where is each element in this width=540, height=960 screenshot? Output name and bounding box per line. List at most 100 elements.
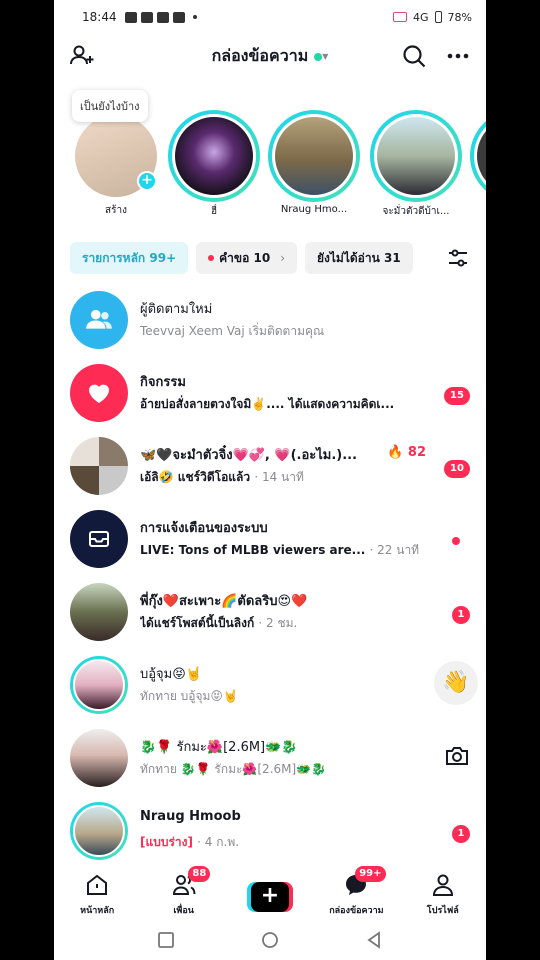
conversation-activity[interactable]: กิจกรรม อ้ายบ่อสั่งลายตวงใจมิ✌️.... ได้แ… — [54, 359, 486, 432]
conversation-item[interactable]: Nraug Hmoob [แบบร่าง] · 4 ก.พ. 1 — [54, 797, 486, 870]
phone-screen: 18:44 4G 78% กล่องข้อความ ▼ + สร้าง เป็น… — [54, 0, 486, 960]
profile-icon — [432, 874, 453, 896]
inbox-tray-icon — [70, 510, 128, 568]
user-avatar — [70, 729, 128, 787]
story-label: จะมั่วตัวดีบ้าเ... — [382, 206, 450, 217]
conversation-preview: อ้ายบ่อสั่งลายตวงใจมิ✌️.... ได้แสดงความค… — [140, 397, 395, 411]
nav-friends[interactable]: เพื่อน 88 — [140, 864, 226, 920]
timestamp: · 22 นาที — [369, 543, 420, 557]
conversation-new-followers[interactable]: ผู้ติดตามใหม่ Teevvaj Xeem Vaj เริ่มติดต… — [54, 286, 486, 359]
conversation-item[interactable]: บอู้จุม😝🤘 ทักทาย บอู้จุม😝🤘 👋 — [54, 651, 486, 724]
preview-text: ได้แชร์โพสต์นี้เป็นลิงก์ — [140, 616, 255, 630]
notification-icons — [124, 11, 197, 23]
stories-row: + สร้าง เป็นยังไงบ้าง ฮื่ Nraug Hmo... จ… — [54, 90, 486, 230]
tab-requests-label: คำขอ 10 — [219, 250, 271, 265]
story-avatar — [474, 114, 486, 198]
page-title: กล่องข้อความ — [211, 46, 309, 65]
conversation-preview: ทักทาย บอู้จุม😝🤘 — [140, 689, 238, 703]
nav-friends-label: เพื่อน — [173, 906, 194, 916]
conversation-preview: ทักทาย 🐉🌹 รักมะ🌺[2.6M]🐲🐉 — [140, 762, 327, 776]
camera-icon[interactable] — [444, 744, 470, 768]
inbox-header: กล่องข้อความ ▼ — [54, 34, 486, 78]
conversation-preview: ได้แชร์โพสต์นี้เป็นลิงก์ · 2 ชม. — [140, 614, 426, 633]
nav-profile-label: โปรไฟล์ — [426, 906, 459, 916]
unread-count-badge: 15 — [444, 387, 470, 405]
unread-count-badge: 1 — [452, 606, 470, 624]
story-avatar — [272, 114, 356, 198]
friends-badge: 88 — [188, 866, 211, 882]
nav-inbox[interactable]: กล่องข้อความ 99+ — [313, 864, 399, 920]
tab-unread[interactable]: ยังไม่ได้อ่าน 31 — [305, 242, 413, 274]
status-bubble[interactable]: เป็นยังไงบ้าง — [72, 90, 148, 122]
conversation-preview: [แบบร่าง] · 4 ก.พ. — [140, 833, 426, 852]
more-options-icon[interactable] — [444, 42, 472, 70]
nav-home[interactable]: หน้าหลัก — [54, 864, 140, 920]
tab-main[interactable]: รายการหลัก 99+ — [70, 242, 189, 274]
story-item-partial[interactable] — [470, 110, 486, 202]
conversation-name: กิจกรรม — [140, 375, 186, 390]
conversation-preview: LIVE: Tons of MLBB viewers are... · 22 น… — [140, 541, 426, 560]
followers-icon — [70, 291, 128, 349]
story-avatar — [374, 114, 458, 198]
filter-settings-icon[interactable] — [446, 246, 470, 270]
story-item[interactable]: จะมั่วตัวดีบ้าเ... — [370, 110, 462, 219]
home-circle-icon[interactable] — [261, 931, 279, 949]
conversation-item[interactable]: พี่กุ๊ง❤️สะเพาะ🌈ตัดลริบ😍❤️ ได้แชร์โพสต์น… — [54, 578, 486, 651]
youtube-icon — [172, 11, 185, 23]
more-notifications-dot — [192, 15, 197, 19]
story-create[interactable]: + สร้าง — [70, 110, 162, 218]
draft-label: [แบบร่าง] — [140, 835, 193, 849]
notification-icon — [140, 11, 153, 23]
nav-inbox-label: กล่องข้อความ — [329, 906, 384, 916]
story-label: ฮื่ — [210, 206, 218, 217]
recent-apps-icon[interactable] — [157, 931, 175, 949]
plus-icon[interactable]: + — [137, 171, 157, 191]
search-icon[interactable] — [400, 42, 428, 70]
story-item[interactable]: ฮื่ — [168, 110, 260, 219]
conversation-group[interactable]: 🦋🖤จะมำตัวจิ๋ง💗💞, 💗(.อะไม.)... 🔥 82 เอ้ลิ… — [54, 432, 486, 505]
conversation-name: Nraug Hmoob — [140, 809, 241, 824]
inbox-filter-tabs: รายการหลัก 99+ คำขอ 10 › ยังไม่ได้อ่าน 3… — [70, 242, 470, 274]
status-bar: 18:44 4G 78% — [54, 0, 486, 34]
story-label: สร้าง — [105, 205, 127, 216]
back-icon[interactable] — [365, 931, 383, 949]
conversation-name: บอู้จุม😝🤘 — [140, 667, 202, 682]
timestamp: · 14 นาที — [254, 470, 304, 484]
story-label: Nraug Hmo... — [280, 204, 348, 215]
tab-requests[interactable]: คำขอ 10 › — [196, 242, 297, 274]
battery-icon — [434, 11, 442, 23]
timestamp: · 2 ชม. — [258, 616, 298, 630]
unread-dot — [452, 537, 460, 545]
story-avatar — [172, 114, 256, 198]
cast-icon — [393, 12, 408, 22]
user-avatar — [70, 583, 128, 641]
preview-text: เอ้ลิ🤣 แชร์วิดีโอแล้ว — [140, 470, 251, 484]
unread-count-badge: 10 — [444, 460, 470, 478]
story-item[interactable]: Nraug Hmo... — [268, 110, 360, 215]
nav-profile[interactable]: โปรไฟล์ — [400, 864, 486, 920]
conversation-item[interactable]: 🐉🌹 รักมะ🌺[2.6M]🐲🐉 ทักทาย 🐉🌹 รักมะ🌺[2.6M]… — [54, 724, 486, 797]
chevron-right-icon: › — [280, 251, 285, 265]
timestamp: · 4 ก.พ. — [197, 835, 240, 849]
inbox-badge: 99+ — [355, 866, 386, 882]
unread-dot — [208, 255, 215, 261]
streak-counter: 🔥 82 — [387, 445, 426, 460]
conversation-preview: เอ้ลิ🤣 แชร์วิดีโอแล้ว · 14 นาที — [140, 468, 426, 487]
my-avatar: + — [75, 115, 157, 197]
preview-text: LIVE: Tons of MLBB viewers are... — [140, 543, 366, 557]
create-button[interactable]: + — [247, 882, 294, 912]
conversation-preview: Teevvaj Xeem Vaj เริ่มติดตามคุณ — [140, 324, 325, 338]
nav-home-label: หน้าหลัก — [80, 906, 115, 916]
conversation-system-notifications[interactable]: การแจ้งเตือนของระบบ LIVE: Tons of MLBB v… — [54, 505, 486, 578]
unread-count-badge: 1 — [452, 825, 470, 843]
network-type: 4G — [413, 10, 429, 24]
conversation-list: ผู้ติดตามใหม่ Teevvaj Xeem Vaj เริ่มติดต… — [54, 286, 486, 870]
conversation-name: 🐉🌹 รักมะ🌺[2.6M]🐲🐉 — [140, 740, 298, 755]
nav-create[interactable]: + — [227, 864, 313, 920]
battery-percent: 78% — [447, 10, 472, 24]
conversation-name: พี่กุ๊ง❤️สะเพาะ🌈ตัดลริบ😍❤️ — [140, 594, 308, 609]
wave-button[interactable]: 👋 — [434, 661, 478, 705]
status-time: 18:44 — [82, 10, 117, 24]
conversation-name: ผู้ติดตามใหม่ — [140, 302, 213, 317]
user-avatar — [70, 656, 128, 714]
